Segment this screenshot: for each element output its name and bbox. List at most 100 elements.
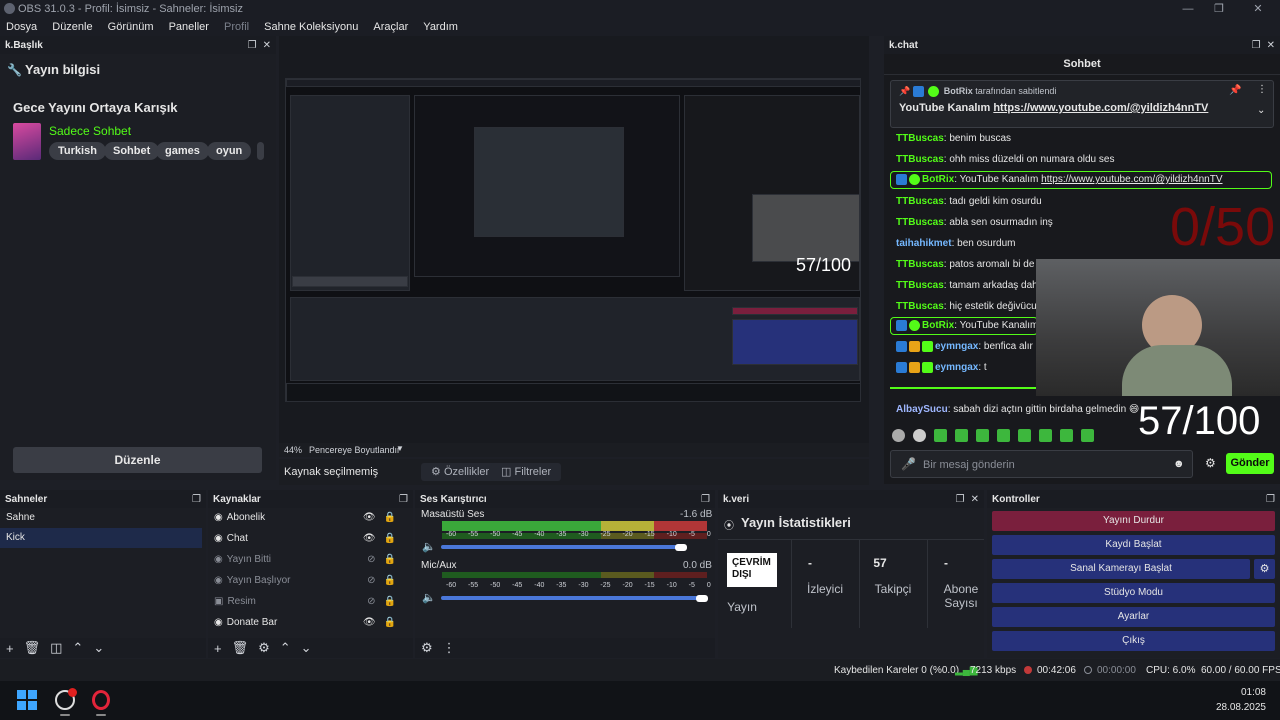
float-icon[interactable]: ❐ [1252,40,1261,51]
emote-icon[interactable] [892,429,905,442]
studio-mode-button[interactable]: Stüdyo Modu [992,583,1275,603]
gear-icon[interactable]: ⚙ [1205,456,1216,470]
zoom-mode[interactable]: Pencereye Boyutlandır [309,445,400,455]
scene-item[interactable]: Sahne [0,508,206,528]
lock-icon[interactable]: 🔒 [384,592,396,612]
eye-hidden-icon[interactable]: ⊘ [367,592,375,612]
stream-category[interactable]: Sadece Sohbet [49,124,131,138]
emote-icon[interactable] [1081,429,1094,442]
float-icon[interactable]: ❐ [399,494,408,505]
close-icon[interactable]: ✕ [1248,1,1268,17]
volume-slider-desktop[interactable] [441,545,683,549]
send-button[interactable]: Gönder [1226,453,1274,474]
minimize-icon[interactable]: — [1178,1,1198,17]
source-item[interactable]: ◉ Yayın Başlıyor ⊘ 🔒 [208,571,404,591]
emote-icon[interactable] [1039,429,1052,442]
chevron-up-icon[interactable]: ⌃ [72,640,83,656]
chevron-down-icon[interactable]: ⌄ [93,640,104,656]
source-item[interactable]: ◉ Donate Bar 👁 🔒 [208,613,404,633]
close-icon[interactable]: ✕ [263,40,271,51]
lock-icon[interactable]: 🔒 [384,613,396,633]
zoom-level[interactable]: 44% [284,445,302,455]
advanced-audio-icon[interactable]: ⚙ [421,640,433,656]
float-icon[interactable]: ❐ [248,40,257,51]
source-item[interactable]: ▣ Resim ⊘ 🔒 [208,592,404,612]
trash-icon[interactable]: 🗑 [232,640,249,656]
unpin-icon[interactable]: 📌 [1229,85,1241,96]
close-icon[interactable]: ✕ [971,494,979,505]
menu-help[interactable]: Yardım [417,18,464,36]
menu-edit[interactable]: Düzenle [46,18,98,36]
chevron-down-icon[interactable]: ⌄ [1257,105,1265,116]
source-item[interactable]: ◉ Chat 👁 🔒 [208,529,404,549]
properties-button[interactable]: ⚙ Özellikler [421,463,500,481]
filters-button[interactable]: ◫ Filtreler [491,463,562,481]
emote-icon[interactable] [976,429,989,442]
exit-button[interactable]: Çıkış [992,631,1275,651]
filter-icon[interactable]: ◫ [50,640,62,656]
lock-icon[interactable]: 🔒 [384,550,396,570]
float-icon[interactable]: ❐ [192,494,201,505]
more-options-icon[interactable]: ⋮ [1257,84,1267,95]
clock-time[interactable]: 01:08 [1238,687,1266,698]
speaker-icon[interactable]: 🔈 [422,540,436,553]
gear-icon[interactable]: ⚙ [1254,559,1275,579]
float-icon[interactable]: ❐ [956,494,965,505]
speaker-icon[interactable]: 🔈 [422,591,436,604]
edit-stream-info-button[interactable]: Düzenle [13,447,262,473]
menu-file[interactable]: Dosya [0,18,43,36]
eye-icon[interactable]: 👁 [363,529,376,549]
settings-button[interactable]: Ayarlar [992,607,1275,627]
float-icon[interactable]: ❐ [701,494,710,505]
chat-message-input[interactable]: 🎤 Bir mesaj gönderin ☻ [890,450,1193,478]
pinned-link[interactable]: https://www.youtube.com/@yildizh4nnTV [993,102,1208,114]
eye-icon[interactable]: 👁 [363,613,376,633]
menu-tools[interactable]: Araçlar [367,18,414,36]
start-virtual-camera-button[interactable]: Sanal Kamerayı Başlat [992,559,1250,579]
emote-icon[interactable] [997,429,1010,442]
emote-icon[interactable] [1018,429,1031,442]
maximize-icon[interactable]: ❐ [1209,1,1229,17]
more-options-icon[interactable]: ⋮ [443,640,456,656]
microphone-icon[interactable]: 🎤 [901,457,916,471]
scene-item-selected[interactable]: Kick [0,528,202,548]
menu-profile[interactable]: Profil [218,18,255,36]
lock-icon[interactable]: 🔒 [384,571,396,591]
eye-icon[interactable]: 👁 [363,508,376,528]
lock-icon[interactable]: 🔒 [384,508,396,528]
chat-tab[interactable]: Sohbet [884,58,1280,70]
eye-hidden-icon[interactable]: ⊘ [367,550,375,570]
mixer-toolbar: ⚙ ⋮ [415,638,715,658]
windows-start-icon[interactable] [17,690,37,710]
emote-icon[interactable] [1060,429,1073,442]
emote-icon[interactable] [955,429,968,442]
trash-icon[interactable]: 🗑 [24,640,41,656]
menu-bar: Dosya Düzenle Görünüm Paneller Profil Sa… [0,18,1280,36]
volume-slider-mic[interactable] [441,596,703,600]
chevron-up-icon[interactable]: ⌃ [280,640,291,656]
chevron-down-icon[interactable]: ▼ [396,444,404,453]
emote-icon[interactable] [913,429,926,442]
emoji-icon[interactable]: ☻ [1173,458,1185,470]
add-icon[interactable]: + [214,641,222,656]
volume-slider-handle[interactable] [696,595,708,602]
opera-browser-icon[interactable] [92,690,110,710]
volume-slider-handle[interactable] [675,544,687,551]
start-recording-button[interactable]: Kaydı Başlat [992,535,1275,555]
menu-docks[interactable]: Paneller [163,18,215,36]
add-icon[interactable]: + [6,641,14,656]
chat-link[interactable]: https://www.youtube.com/@yildizh4nnTV [1041,174,1222,185]
menu-view[interactable]: Görünüm [102,18,160,36]
source-item[interactable]: ◉ Yayın Bitti ⊘ 🔒 [208,550,404,570]
chevron-down-icon[interactable]: ⌄ [301,640,312,656]
menu-scene-collection[interactable]: Sahne Koleksiyonu [258,18,364,36]
gear-icon[interactable]: ⚙ [258,640,270,656]
close-icon[interactable]: ✕ [1267,40,1275,51]
stop-stream-button[interactable]: Yayını Durdur [992,511,1275,531]
source-item[interactable]: ◉ Abonelik 👁 🔒 [208,508,404,528]
float-icon[interactable]: ❐ [1266,494,1275,505]
emote-icon[interactable] [934,429,947,442]
eye-hidden-icon[interactable]: ⊘ [367,571,375,591]
clock-date[interactable]: 28.08.2025 [1211,702,1266,713]
lock-icon[interactable]: 🔒 [384,529,396,549]
